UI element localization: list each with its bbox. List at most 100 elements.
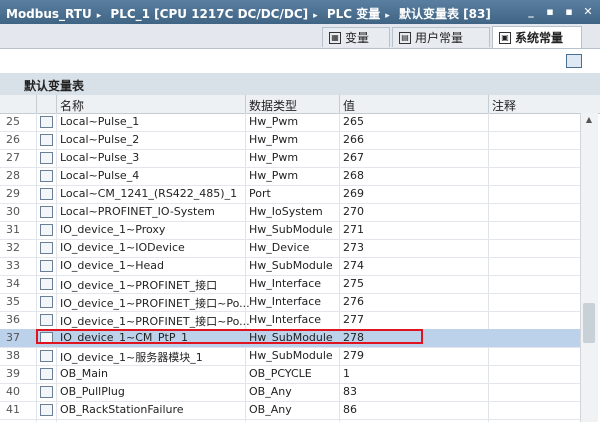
constant-value[interactable]: 268 — [343, 169, 364, 182]
constant-value[interactable]: 270 — [343, 205, 364, 218]
constant-name[interactable]: Local~Pulse_3 — [60, 151, 139, 164]
constant-name[interactable]: IO_device_1~CM_PtP_1 — [60, 331, 188, 344]
vertical-scrollbar[interactable]: ▲ — [580, 113, 598, 422]
constant-data-type[interactable]: Hw_Interface — [249, 277, 321, 290]
breadcrumb-separator: ▸ — [96, 11, 102, 21]
constant-data-type[interactable]: Hw_Pwm — [249, 133, 298, 146]
constant-data-type[interactable]: OB_Any — [249, 385, 292, 398]
breadcrumb-default-tag-table: 默认变量表 [83] — [399, 7, 491, 21]
constant-data-type[interactable]: Hw_SubModule — [249, 223, 333, 236]
scroll-up-icon[interactable]: ▲ — [583, 115, 595, 127]
table-row[interactable]: 25 Local~Pulse_1 Hw_Pwm 265 — [0, 113, 580, 132]
breadcrumb-plc-tags[interactable]: PLC 变量 — [327, 7, 380, 21]
constant-name[interactable]: Local~Pulse_4 — [60, 169, 139, 182]
table-row[interactable]: 29 Local~CM_1241_(RS422_485)_1 Port 269 — [0, 185, 580, 204]
constant-name[interactable]: IO_device_1~Head — [60, 259, 164, 272]
constant-value[interactable]: 274 — [343, 259, 364, 272]
table-row[interactable]: 38 IO_device_1~服务器模块_1 Hw_SubModule 279 — [0, 347, 580, 366]
constant-name[interactable]: IO_device_1~PROFINET_接口~Po... — [60, 295, 250, 311]
close-icon[interactable]: ✕ — [580, 3, 596, 19]
table-row[interactable]: 36 IO_device_1~PROFINET_接口~Po... Hw_Interf… — [0, 311, 580, 330]
row-number: 39 — [6, 367, 20, 380]
column-name[interactable]: 名称 — [60, 97, 84, 114]
maximize-icon[interactable]: ▪ — [561, 3, 577, 19]
constant-value[interactable]: 277 — [343, 313, 364, 326]
constant-data-type[interactable]: Hw_SubModule — [249, 349, 333, 362]
table-row[interactable]: 31 IO_device_1~Proxy Hw_SubModule 271 — [0, 221, 580, 240]
constant-name[interactable]: Local~CM_1241_(RS422_485)_1 — [60, 187, 237, 200]
constant-name[interactable]: IO_device_1~Proxy — [60, 223, 165, 236]
constant-data-type[interactable]: Hw_Pwm — [249, 115, 298, 128]
scrollbar-thumb[interactable] — [583, 303, 595, 343]
constant-name[interactable]: IO_device_1~IODevice — [60, 241, 185, 254]
constant-data-type[interactable]: Hw_Interface — [249, 295, 321, 308]
table-row[interactable]: 37 IO_device_1~CM_PtP_1 Hw_SubModule 278 — [0, 329, 580, 348]
constant-name[interactable]: Local~Pulse_2 — [60, 133, 139, 146]
tab-tags[interactable]: ▦ 变量 — [322, 27, 390, 47]
row-number: 32 — [6, 241, 20, 254]
constant-data-type[interactable]: Hw_Device — [249, 241, 309, 254]
toolbar — [0, 49, 600, 73]
constant-name[interactable]: OB_PullPlug — [60, 385, 125, 398]
row-number: 34 — [6, 277, 20, 290]
constant-value[interactable]: 271 — [343, 223, 364, 236]
constant-value[interactable]: 278 — [343, 331, 364, 344]
column-divider — [488, 95, 489, 113]
constant-data-type[interactable]: Hw_Interface — [249, 313, 321, 326]
constant-value[interactable]: 86 — [343, 403, 357, 416]
table-row[interactable]: 26 Local~Pulse_2 Hw_Pwm 266 — [0, 131, 580, 150]
constant-icon — [40, 332, 53, 344]
constant-value[interactable]: 267 — [343, 151, 364, 164]
restore-icon[interactable]: ▪ — [542, 3, 558, 19]
constant-value[interactable]: 269 — [343, 187, 364, 200]
constant-data-type[interactable]: Hw_IoSystem — [249, 205, 323, 218]
constant-name[interactable]: Local~PROFINET_IO-System — [60, 205, 215, 218]
table-row[interactable]: 34 IO_device_1~PROFINET_接口 Hw_Interface 275 — [0, 275, 580, 294]
table-row[interactable]: 28 Local~Pulse_4 Hw_Pwm 268 — [0, 167, 580, 186]
table-row[interactable]: 40 OB_PullPlug OB_Any 83 — [0, 383, 580, 402]
breadcrumb-project[interactable]: Modbus_RTU — [6, 7, 92, 21]
constant-icon — [40, 242, 53, 254]
breadcrumb: Modbus_RTU ▸ PLC_1 [CPU 1217C DC/DC/DC] ▸ … — [6, 5, 491, 22]
column-comment[interactable]: 注释 — [492, 97, 516, 114]
constant-value[interactable]: 265 — [343, 115, 364, 128]
constant-data-type[interactable]: OB_PCYCLE — [249, 367, 312, 380]
constant-value[interactable]: 273 — [343, 241, 364, 254]
row-number: 26 — [6, 133, 20, 146]
constant-data-type[interactable]: OB_Any — [249, 403, 292, 416]
column-data-type[interactable]: 数据类型 — [249, 97, 297, 114]
constant-icon — [40, 188, 53, 200]
constant-name[interactable]: OB_Main — [60, 367, 108, 380]
constant-data-type[interactable]: Hw_Pwm — [249, 169, 298, 182]
constant-name[interactable]: Local~Pulse_1 — [60, 115, 139, 128]
constant-value[interactable]: 83 — [343, 385, 357, 398]
constant-data-type[interactable]: Port — [249, 187, 271, 200]
table-row[interactable]: 30 Local~PROFINET_IO-System Hw_IoSystem 270 — [0, 203, 580, 222]
constant-name[interactable]: IO_device_1~PROFINET_接口 — [60, 277, 217, 293]
constant-value[interactable]: 1 — [343, 367, 350, 380]
table-row[interactable]: 32 IO_device_1~IODevice Hw_Device 273 — [0, 239, 580, 258]
constant-data-type[interactable]: Hw_Pwm — [249, 151, 298, 164]
column-divider — [36, 95, 37, 113]
table-row[interactable]: 33 IO_device_1~Head Hw_SubModule 274 — [0, 257, 580, 276]
constant-value[interactable]: 276 — [343, 295, 364, 308]
tab-user-constants[interactable]: ▤ 用户常量 — [392, 27, 490, 47]
column-value[interactable]: 值 — [343, 97, 355, 114]
breadcrumb-plc[interactable]: PLC_1 [CPU 1217C DC/DC/DC] — [110, 7, 308, 21]
table-row[interactable]: 41 OB_RackStationFailure OB_Any 86 — [0, 401, 580, 420]
constant-data-type[interactable]: Hw_SubModule — [249, 259, 333, 272]
table-row[interactable]: 39 OB_Main OB_PCYCLE 1 — [0, 365, 580, 384]
constant-value[interactable]: 275 — [343, 277, 364, 290]
table-row[interactable]: 35 IO_device_1~PROFINET_接口~Po... Hw_Interf… — [0, 293, 580, 312]
constant-name[interactable]: IO_device_1~服务器模块_1 — [60, 349, 203, 365]
constant-value[interactable]: 266 — [343, 133, 364, 146]
minimize-icon[interactable]: _ — [523, 3, 539, 19]
constant-data-type[interactable]: Hw_SubModule — [249, 331, 333, 344]
table-row[interactable]: 27 Local~Pulse_3 Hw_Pwm 267 — [0, 149, 580, 168]
constant-name[interactable]: IO_device_1~PROFINET_接口~Po... — [60, 313, 250, 329]
constant-value[interactable]: 279 — [343, 349, 364, 362]
constant-name[interactable]: OB_RackStationFailure — [60, 403, 184, 416]
export-icon[interactable] — [566, 54, 582, 68]
tab-system-constants[interactable]: ▣ 系统常量 — [492, 26, 582, 48]
constant-icon — [40, 152, 53, 164]
